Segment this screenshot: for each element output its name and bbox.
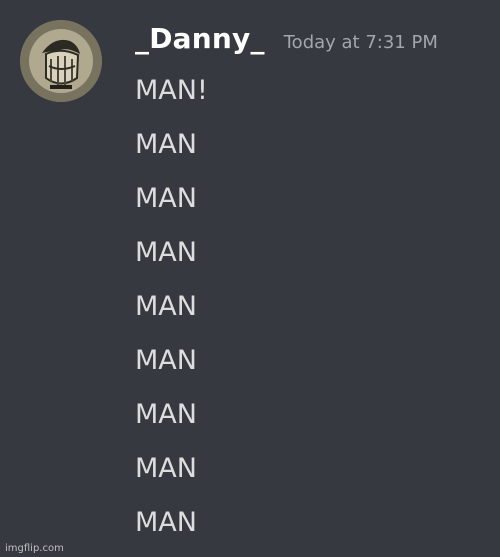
sketch-avatar-icon xyxy=(20,20,102,102)
message-line: MAN xyxy=(135,183,197,214)
message-line: MAN xyxy=(135,291,197,322)
username[interactable]: _Danny_ xyxy=(135,22,265,55)
avatar[interactable] xyxy=(20,20,102,102)
message-timestamp[interactable]: Today at 7:31 PM xyxy=(284,32,438,53)
message-lines: MAN! MAN MAN MAN MAN MAN MAN MAN MAN xyxy=(135,64,208,550)
message-line: MAN xyxy=(135,507,197,538)
message-header: _Danny_ Today at 7:31 PM xyxy=(135,22,438,55)
message-line: MAN xyxy=(135,453,197,484)
message-line: MAN xyxy=(135,237,197,268)
message-line: MAN xyxy=(135,345,197,376)
chat-message: _Danny_ Today at 7:31 PM MAN! MAN MAN MA… xyxy=(0,0,500,557)
message-line: MAN xyxy=(135,399,197,430)
message-line: MAN xyxy=(135,129,197,160)
watermark: imgflip.com xyxy=(5,543,64,554)
message-line: MAN! xyxy=(135,75,208,106)
